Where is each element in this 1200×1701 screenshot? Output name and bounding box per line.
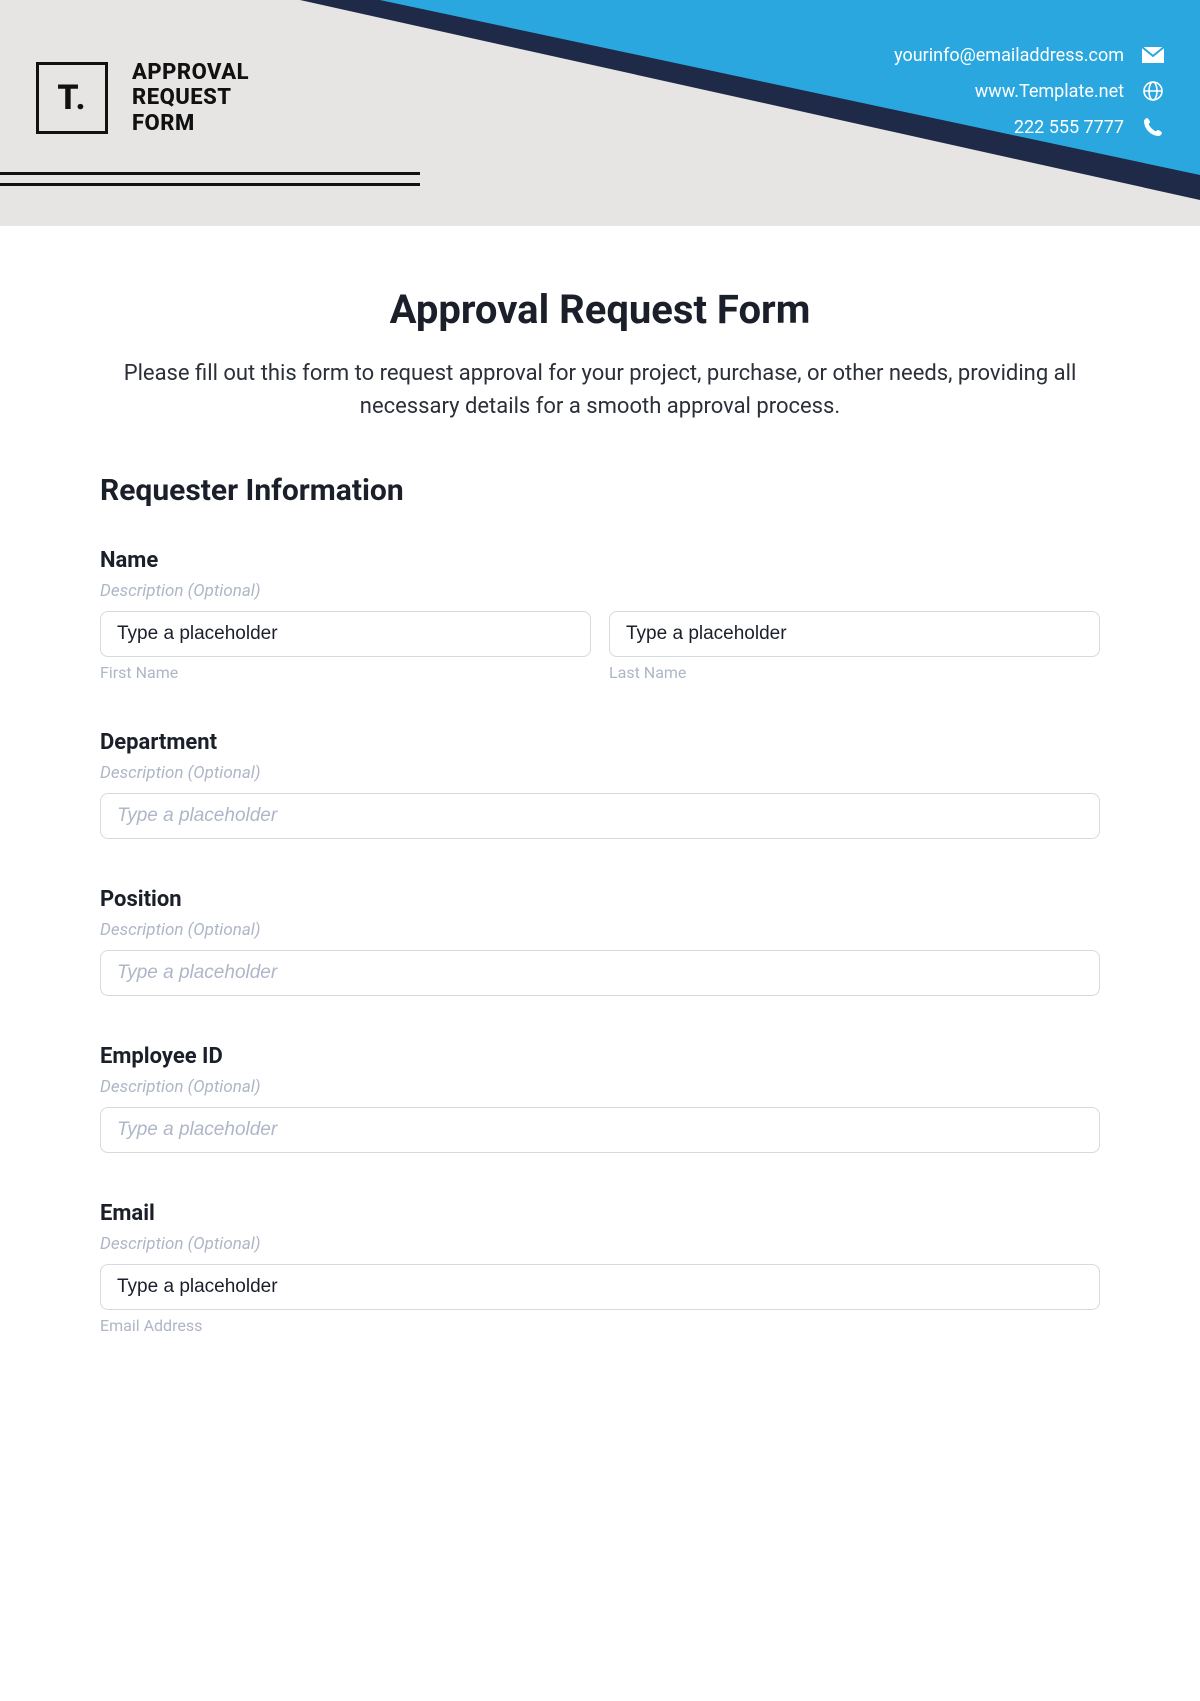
header-rules — [0, 172, 420, 194]
field-group-position: Position Description (Optional) — [100, 887, 1100, 996]
field-desc-employee-id: Description (Optional) — [100, 1077, 1100, 1097]
field-group-name: Name Description (Optional) First Name L… — [100, 548, 1100, 682]
field-label-position: Position — [100, 887, 1100, 912]
page-title: Approval Request Form — [100, 286, 1100, 333]
email-sublabel: Email Address — [100, 1316, 1100, 1335]
logo-block: T. APPROVAL REQUEST FORM — [36, 60, 249, 136]
contact-info: yourinfo@emailaddress.com www.Template.n… — [894, 44, 1164, 152]
last-name-sublabel: Last Name — [609, 663, 1100, 682]
first-name-sublabel: First Name — [100, 663, 591, 682]
field-desc-name: Description (Optional) — [100, 581, 1100, 601]
field-label-department: Department — [100, 730, 1100, 755]
employee-id-input[interactable] — [100, 1107, 1100, 1153]
field-group-email: Email Description (Optional) Email Addre… — [100, 1201, 1100, 1335]
field-desc-position: Description (Optional) — [100, 920, 1100, 940]
contact-phone-row: 222 555 7777 — [894, 116, 1164, 138]
first-name-input[interactable] — [100, 611, 591, 657]
contact-email-row: yourinfo@emailaddress.com — [894, 44, 1164, 66]
position-input[interactable] — [100, 950, 1100, 996]
logo-box: T. — [36, 62, 108, 134]
logo-text: T. — [57, 78, 86, 118]
department-input[interactable] — [100, 793, 1100, 839]
last-name-input[interactable] — [609, 611, 1100, 657]
globe-icon — [1142, 80, 1164, 102]
contact-phone: 222 555 7777 — [1014, 117, 1124, 138]
phone-icon — [1142, 116, 1164, 138]
email-input[interactable] — [100, 1264, 1100, 1310]
contact-website-row: www.Template.net — [894, 80, 1164, 102]
field-label-employee-id: Employee ID — [100, 1044, 1100, 1069]
section-title-requester: Requester Information — [100, 473, 1100, 508]
header-banner: T. APPROVAL REQUEST FORM yourinfo@emaila… — [0, 0, 1200, 226]
form-content: Approval Request Form Please fill out th… — [0, 226, 1200, 1375]
field-desc-department: Description (Optional) — [100, 763, 1100, 783]
mail-icon — [1142, 44, 1164, 66]
page-description: Please fill out this form to request app… — [100, 357, 1100, 423]
field-label-email: Email — [100, 1201, 1100, 1226]
logo-label: APPROVAL REQUEST FORM — [132, 60, 249, 136]
contact-email: yourinfo@emailaddress.com — [894, 45, 1124, 66]
contact-website: www.Template.net — [975, 81, 1124, 102]
field-desc-email: Description (Optional) — [100, 1234, 1100, 1254]
field-label-name: Name — [100, 548, 1100, 573]
divider — [0, 183, 420, 186]
divider — [0, 172, 420, 175]
field-group-department: Department Description (Optional) — [100, 730, 1100, 839]
field-group-employee-id: Employee ID Description (Optional) — [100, 1044, 1100, 1153]
